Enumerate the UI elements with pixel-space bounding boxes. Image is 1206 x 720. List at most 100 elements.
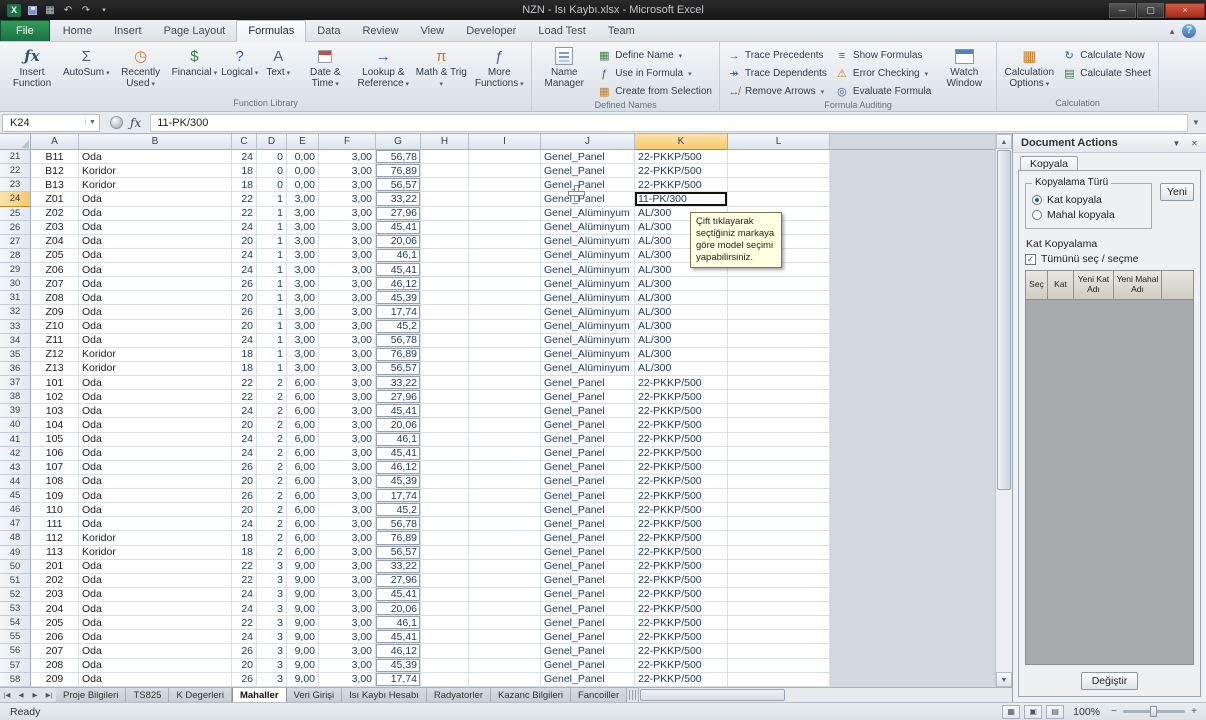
cell-F47[interactable]: 3,00 bbox=[319, 517, 376, 532]
cell-J21[interactable]: Genel_Panel bbox=[541, 150, 635, 165]
cell-G31[interactable]: 45,39 bbox=[376, 291, 421, 306]
cell-E28[interactable]: 3,00 bbox=[287, 248, 319, 263]
last-sheet-icon[interactable]: ▶| bbox=[42, 688, 56, 702]
cell-F45[interactable]: 3,00 bbox=[319, 489, 376, 504]
cell-J39[interactable]: Genel_Panel bbox=[541, 404, 635, 419]
cell-F29[interactable]: 3,00 bbox=[319, 263, 376, 278]
cell-B35[interactable]: Koridor bbox=[79, 347, 232, 362]
cell-F38[interactable]: 3,00 bbox=[319, 390, 376, 405]
cell-G35[interactable]: 76,89 bbox=[376, 347, 421, 362]
cell-L47[interactable] bbox=[728, 517, 830, 532]
cell-L45[interactable] bbox=[728, 489, 830, 504]
create-from-selection-button[interactable]: ▦ Create from Selection bbox=[593, 83, 716, 100]
cell-H27[interactable] bbox=[421, 234, 469, 249]
cell-L50[interactable] bbox=[728, 559, 830, 574]
cell-K32[interactable]: AL/300 bbox=[635, 305, 728, 320]
cell-J52[interactable]: Genel_Panel bbox=[541, 587, 635, 602]
cell-G50[interactable]: 33,22 bbox=[376, 559, 421, 574]
show-formulas-button[interactable]: ≡ Show Formulas bbox=[831, 47, 935, 64]
cell-B54[interactable]: Oda bbox=[79, 616, 232, 631]
select-all-checkbox[interactable]: ✓ Tümünü seç / seçme bbox=[1025, 253, 1194, 265]
cell-D57[interactable]: 3 bbox=[257, 658, 287, 673]
cell-F34[interactable]: 3,00 bbox=[319, 333, 376, 348]
calculate-now-button[interactable]: ↻ Calculate Now bbox=[1058, 47, 1155, 64]
cell-K39[interactable]: 22-PKKP/500 bbox=[635, 404, 728, 419]
cell-K58[interactable]: 22-PKKP/500 bbox=[635, 672, 728, 687]
cell-A33[interactable]: Z10 bbox=[31, 319, 79, 334]
cell-D38[interactable]: 2 bbox=[257, 390, 287, 405]
first-sheet-icon[interactable]: |◀ bbox=[0, 688, 14, 702]
cell-K31[interactable]: AL/300 bbox=[635, 291, 728, 306]
cell-E35[interactable]: 3,00 bbox=[287, 347, 319, 362]
cell-B46[interactable]: Oda bbox=[79, 503, 232, 518]
cell-D56[interactable]: 3 bbox=[257, 644, 287, 659]
cell-H31[interactable] bbox=[421, 291, 469, 306]
cell-D22[interactable]: 0 bbox=[257, 164, 287, 179]
cell-A27[interactable]: Z04 bbox=[31, 234, 79, 249]
cell-E50[interactable]: 9,00 bbox=[287, 559, 319, 574]
cell-C23[interactable]: 18 bbox=[232, 178, 257, 193]
cell-C22[interactable]: 18 bbox=[232, 164, 257, 179]
row-header-28[interactable]: 28 bbox=[0, 248, 31, 263]
cell-E54[interactable]: 9,00 bbox=[287, 616, 319, 631]
cell-H43[interactable] bbox=[421, 460, 469, 475]
cell-F28[interactable]: 3,00 bbox=[319, 248, 376, 263]
cell-H22[interactable] bbox=[421, 164, 469, 179]
cell-K51[interactable]: 22-PKKP/500 bbox=[635, 573, 728, 588]
cell-E55[interactable]: 9,00 bbox=[287, 630, 319, 645]
cell-L32[interactable] bbox=[728, 305, 830, 320]
cell-L46[interactable] bbox=[728, 503, 830, 518]
radio-kat-kopyala[interactable]: Kat kopyala bbox=[1032, 194, 1145, 206]
calculation-options-button[interactable]: ▦ Calculation Options bbox=[1000, 44, 1058, 98]
cell-J41[interactable]: Genel_Panel bbox=[541, 432, 635, 447]
cell-C32[interactable]: 26 bbox=[232, 305, 257, 320]
cell-I54[interactable] bbox=[469, 616, 541, 631]
cell-A47[interactable]: 111 bbox=[31, 517, 79, 532]
cell-L21[interactable] bbox=[728, 150, 830, 165]
cell-J46[interactable]: Genel_Panel bbox=[541, 503, 635, 518]
cell-G22[interactable]: 76,89 bbox=[376, 164, 421, 179]
watch-window-button[interactable]: Watch Window bbox=[935, 44, 993, 100]
cell-I28[interactable] bbox=[469, 248, 541, 263]
cell-I38[interactable] bbox=[469, 390, 541, 405]
cell-K38[interactable]: 22-PKKP/500 bbox=[635, 390, 728, 405]
cell-C42[interactable]: 24 bbox=[232, 446, 257, 461]
cell-D32[interactable]: 1 bbox=[257, 305, 287, 320]
cell-K36[interactable]: AL/300 bbox=[635, 361, 728, 376]
cell-K54[interactable]: 22-PKKP/500 bbox=[635, 616, 728, 631]
column-header-F[interactable]: F bbox=[319, 134, 376, 150]
cell-J42[interactable]: Genel_Panel bbox=[541, 446, 635, 461]
restore-button[interactable]: ▢ bbox=[1137, 2, 1164, 18]
cell-C46[interactable]: 20 bbox=[232, 503, 257, 518]
ribbon-tab-developer[interactable]: Developer bbox=[455, 21, 527, 41]
degistir-button[interactable]: Değiştir bbox=[1080, 672, 1139, 690]
name-manager-button[interactable]: Name Manager bbox=[535, 44, 593, 100]
cell-L22[interactable] bbox=[728, 164, 830, 179]
cell-E39[interactable]: 6,00 bbox=[287, 404, 319, 419]
cell-F23[interactable]: 3,00 bbox=[319, 178, 376, 193]
cell-H58[interactable] bbox=[421, 672, 469, 687]
cell-D27[interactable]: 1 bbox=[257, 234, 287, 249]
cell-C28[interactable]: 24 bbox=[232, 248, 257, 263]
cell-K42[interactable]: 22-PKKP/500 bbox=[635, 446, 728, 461]
cell-A22[interactable]: B12 bbox=[31, 164, 79, 179]
cell-L41[interactable] bbox=[728, 432, 830, 447]
cell-J57[interactable]: Genel_Panel bbox=[541, 658, 635, 673]
cell-B53[interactable]: Oda bbox=[79, 602, 232, 617]
cell-H40[interactable] bbox=[421, 418, 469, 433]
cell-C27[interactable]: 20 bbox=[232, 234, 257, 249]
cell-F56[interactable]: 3,00 bbox=[319, 644, 376, 659]
cell-A58[interactable]: 209 bbox=[31, 672, 79, 687]
cell-L56[interactable] bbox=[728, 644, 830, 659]
cell-E45[interactable]: 6,00 bbox=[287, 489, 319, 504]
ribbon-tab-home[interactable]: Home bbox=[52, 21, 103, 41]
cell-L23[interactable] bbox=[728, 178, 830, 193]
cell-J31[interactable]: Genel_Alüminyum bbox=[541, 291, 635, 306]
cell-I40[interactable] bbox=[469, 418, 541, 433]
sheet-tab-kazanc-bilgileri[interactable]: Kazanc Bilgileri bbox=[490, 688, 571, 702]
cell-J34[interactable]: Genel_Alüminyum bbox=[541, 333, 635, 348]
cell-H41[interactable] bbox=[421, 432, 469, 447]
cell-A23[interactable]: B13 bbox=[31, 178, 79, 193]
cell-B28[interactable]: Oda bbox=[79, 248, 232, 263]
more-functions-button[interactable]: ƒ More Functions bbox=[470, 44, 528, 98]
